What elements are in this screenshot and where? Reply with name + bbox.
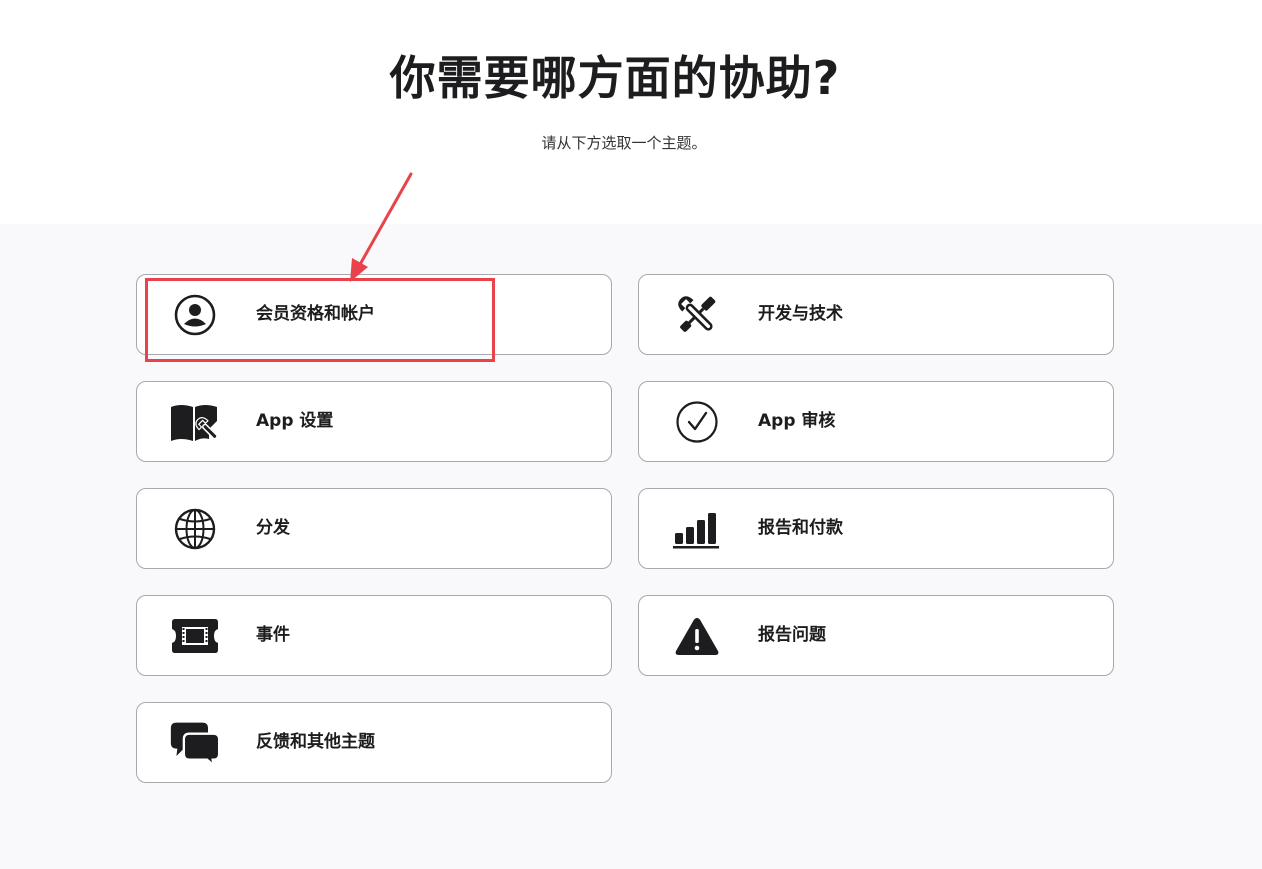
globe-icon: [169, 504, 221, 554]
person-circle-icon: [169, 290, 221, 340]
topic-card-report-issue[interactable]: 报告问题: [638, 595, 1114, 676]
page-header: 你需要哪方面的协助? 请从下方选取一个主题。: [0, 0, 1262, 224]
speech-bubbles-icon: [169, 718, 221, 768]
topic-card-feedback-other[interactable]: 反馈和其他主题: [136, 702, 612, 783]
topic-card-membership-account[interactable]: 会员资格和帐户: [136, 274, 612, 355]
checkmark-circle-icon: [671, 397, 723, 447]
topic-card-app-setup[interactable]: App 设置: [136, 381, 612, 462]
topic-label: App 设置: [256, 411, 334, 431]
topic-card-distribution[interactable]: 分发: [136, 488, 612, 569]
topic-card-events[interactable]: 事件: [136, 595, 612, 676]
warning-triangle-icon: [671, 611, 723, 661]
topic-label: 分发: [256, 518, 290, 538]
topic-label: 报告和付款: [758, 518, 843, 538]
book-wrench-icon: [169, 397, 221, 447]
film-ticket-icon: [169, 611, 221, 661]
topic-label: 事件: [256, 625, 290, 645]
topic-label: 反馈和其他主题: [256, 732, 375, 752]
topic-label: 报告问题: [758, 625, 826, 645]
page-title: 你需要哪方面的协助?: [389, 51, 841, 105]
topic-label: App 审核: [758, 411, 836, 431]
topic-card-reports-payments[interactable]: 报告和付款: [638, 488, 1114, 569]
bar-chart-icon: [671, 504, 723, 554]
topic-label: 开发与技术: [758, 304, 843, 324]
topic-card-app-review[interactable]: App 审核: [638, 381, 1114, 462]
wrench-screwdriver-icon: [671, 290, 723, 340]
page-subtitle: 请从下方选取一个主题。: [541, 134, 707, 152]
topic-card-development-technical[interactable]: 开发与技术: [638, 274, 1114, 355]
topic-label: 会员资格和帐户: [256, 304, 375, 324]
